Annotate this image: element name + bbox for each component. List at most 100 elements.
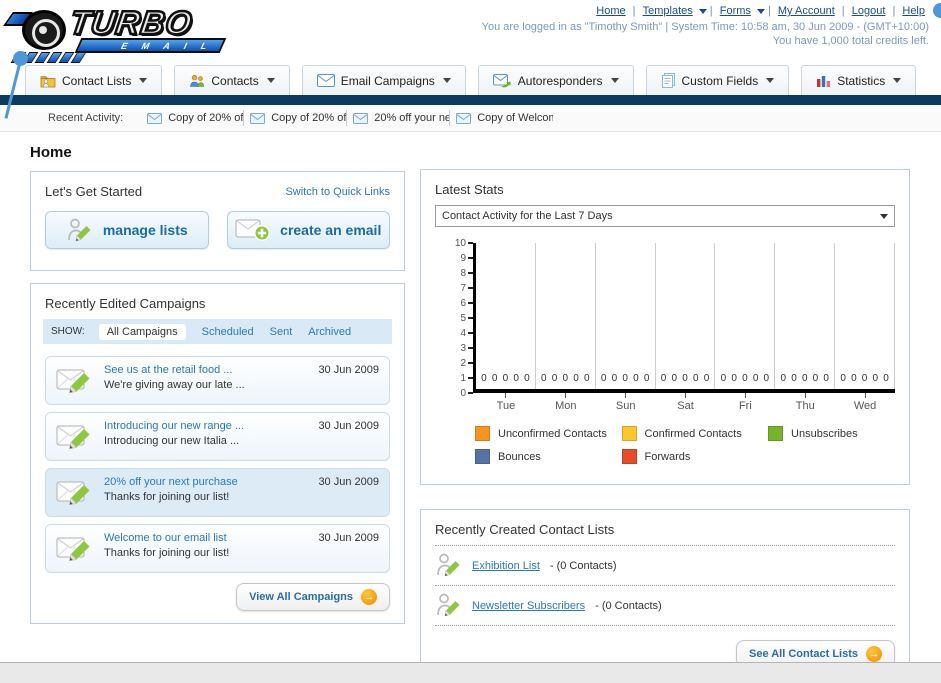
envelope-pencil-icon [56,366,94,397]
campaign-item[interactable]: Introducing our new range ... Introducing… [45,412,390,461]
recently-created-contact-lists-panel: Recently Created Contact Lists Exhibitio… [420,509,910,662]
get-started-title: Let's Get Started [45,184,143,199]
legend-label: Forwards [644,450,691,463]
legend-item-unconfirmed-contacts: Unconfirmed Contacts [475,426,622,441]
campaigns-tab-all-campaigns[interactable]: All Campaigns [98,323,186,340]
campaigns-tab-archived[interactable]: Archived [308,326,351,338]
campaign-item[interactable]: See us at the retail food ... We're givin… [45,356,390,405]
recent-activity-item[interactable]: 20% off your next [347,110,451,126]
nav-tab-label: Custom Fields [681,73,759,88]
x-tick-mark [505,393,507,398]
campaign-subtitle: Introducing our new Italia ... [104,435,240,447]
header-link-home[interactable]: Home [596,5,625,17]
bar-value-label: 0 [763,373,770,384]
navy-divider-bar [0,95,941,105]
nav-tab-contact-lists[interactable]: Contact Lists [25,65,163,95]
bar-value-label: 0 [703,373,710,384]
bar-value-label: 0 [840,373,846,384]
bar-value-label: 0 [883,373,889,384]
nav-tab-email-campaigns[interactable]: Email Campaigns [301,65,466,95]
recent-activity-item[interactable]: Copy of 20% off yc [141,110,245,126]
bar-value-label: 0 [720,373,727,384]
switch-quick-links-link[interactable]: Switch to Quick Links [285,186,390,198]
campaign-title-link[interactable]: Introducing our new range ... [104,420,310,432]
header-links: Home | Templates | Forms | My Account | … [482,5,929,17]
contact-list-name-link[interactable]: Exhibition List [472,560,540,572]
campaign-subtitle: We're giving away our late ... [104,379,245,391]
nav-tab-contacts[interactable]: Contacts [174,65,290,95]
x-axis-label-wed: Wed [835,393,895,412]
nav-tab-statistics[interactable]: Statistics [801,65,917,95]
campaign-text: Introducing our new range ... Introducing… [104,420,310,447]
legend-label: Unsubscribes [791,427,858,440]
envelope-arrow-icon [492,73,512,88]
header-link-help[interactable]: Help [902,5,925,17]
contact-list-item[interactable]: Newsletter Subscribers - (0 Contacts) [435,586,895,626]
y-tick-label: 5 [460,312,466,324]
x-axis-label-sun: Sun [596,393,656,412]
x-axis-label-fri: Fri [715,393,775,412]
header: TURBO E M A I L Home | Templates | Forms… [0,0,941,63]
chart-value-labels: 00000 [835,373,894,384]
x-tick-mark [804,393,806,398]
campaign-title-link[interactable]: 20% off your next purchase [104,476,310,488]
header-link-logout[interactable]: Logout [852,5,886,17]
header-link-forms[interactable]: Forms [720,5,751,17]
x-tick-mark [744,393,746,398]
nav-tab-autoresponders[interactable]: Autoresponders [477,65,634,95]
chart-value-labels: 00000 [715,373,774,384]
legend-label: Unconfirmed Contacts [498,427,607,440]
header-link-my-account[interactable]: My Account [778,5,835,17]
y-tick-mark [468,332,473,334]
legend-item-confirmed-contacts: Confirmed Contacts [621,426,769,441]
x-tick-mark [685,393,686,398]
y-axis-tick: 7 [460,282,473,294]
turbo-swirl-icon [22,10,66,50]
stats-period-select[interactable]: Contact Activity for the Last 7 Days [435,205,895,227]
contact-list-item[interactable]: Exhibition List - (0 Contacts) [435,546,895,586]
campaigns-tab-scheduled[interactable]: Scheduled [202,326,254,338]
people-icon [189,74,205,88]
chart-group-mon: 00000 [536,243,596,389]
see-all-contact-lists-button[interactable]: See All Contact Lists → [735,640,895,662]
bar-value-label: 0 [513,373,519,384]
bar-value-label: 0 [541,373,547,384]
header-link-templates[interactable]: Templates [643,5,693,17]
arrow-right-icon: → [361,589,377,605]
y-axis-tick: 1 [460,372,473,384]
y-axis-tick: 4 [460,327,473,339]
campaign-title-link[interactable]: Welcome to our email list [104,532,310,544]
campaign-item[interactable]: Welcome to our email list Thanks for join… [45,524,390,573]
bar-value-label: 0 [851,373,857,384]
create-an-email-button[interactable]: create an email [226,211,390,249]
bar-value-label: 0 [682,373,688,384]
legend-label: Confirmed Contacts [644,427,742,440]
bar-value-label: 0 [551,373,558,384]
campaign-title-link[interactable]: See us at the retail food ... [104,364,310,376]
y-axis-tick: 10 [455,237,473,249]
x-axis-label-tue: Tue [476,393,536,412]
campaign-date: 30 Jun 2009 [318,420,379,432]
link-separator: | [706,5,716,17]
contact-list-detail: - (0 Contacts) [549,559,617,572]
legend-label: Bounces [498,450,541,463]
campaign-item[interactable]: 20% off your next purchase Thanks for joi… [45,468,390,517]
nav-tab-custom-fields[interactable]: Custom Fields [645,65,790,95]
credits-info: You have 1,000 total credits left. [772,35,929,47]
bar-value-label: 0 [481,373,487,384]
link-separator: | [838,5,848,17]
envelope-pencil-icon [56,534,94,565]
campaigns-tab-sent[interactable]: Sent [270,326,293,338]
recent-activity-item[interactable]: Copy of Welcome tc [450,110,553,126]
bar-value-label: 0 [861,373,868,384]
person-pencil-icon [435,552,462,579]
chevron-down-icon [442,78,451,83]
recent-activity-item[interactable]: Copy of 20% off yc [244,110,348,126]
manage-lists-button[interactable]: manage lists [45,211,209,249]
view-all-campaigns-button[interactable]: View All Campaigns → [236,583,390,611]
bar-value-label: 0 [562,373,569,384]
chart-group-sat: 00000 [656,243,716,389]
recent-activity-label: Recent Activity: [48,112,124,124]
contact-list-name-link[interactable]: Newsletter Subscribers [472,600,585,612]
campaign-text: 20% off your next purchase Thanks for joi… [104,476,310,503]
